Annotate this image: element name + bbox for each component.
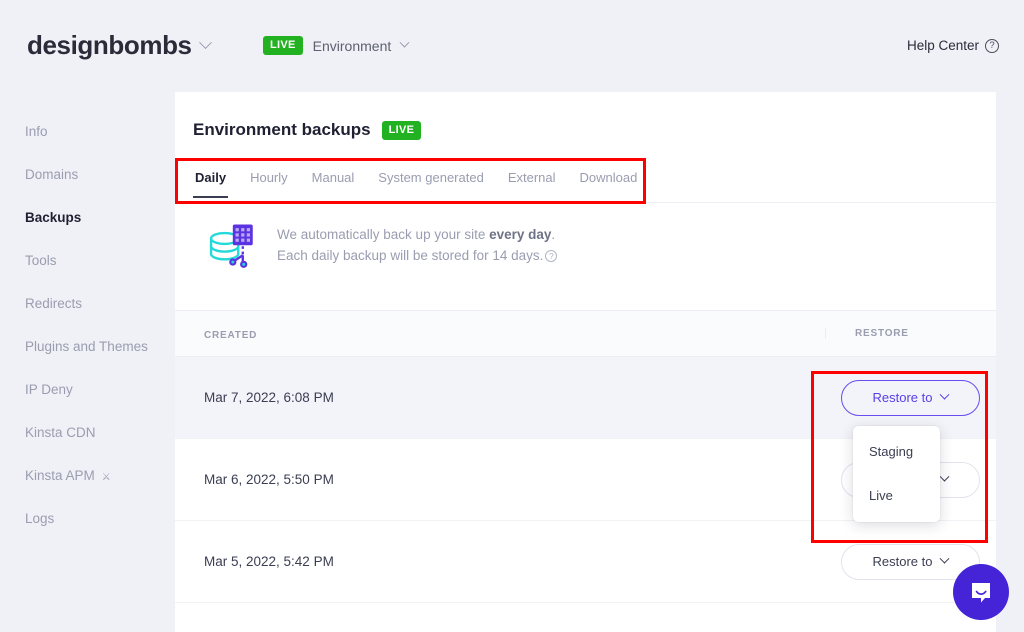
backup-info-line-1: We automatically back up your site every…	[277, 224, 557, 245]
chat-bubble-icon	[967, 578, 995, 606]
sidebar: Info Domains Backups Tools Redirects Plu…	[0, 110, 175, 540]
intercom-launcher-button[interactable]	[953, 564, 1009, 620]
tab-label: System generated	[378, 170, 484, 185]
restore-to-label: Restore to	[873, 390, 933, 405]
backups-card: Environment backups LIVE Daily Hourly Ma…	[175, 92, 996, 632]
tab-download[interactable]: Download	[568, 158, 650, 198]
top-bar: designbombs LIVE Environment Help Center…	[0, 0, 1024, 86]
table-header-created-cell: CREATED	[175, 325, 825, 343]
sidebar-item-plugins-and-themes[interactable]: Plugins and Themes	[0, 325, 175, 368]
column-header-created: CREATED	[175, 330, 257, 341]
sidebar-item-label: Plugins and Themes	[25, 339, 148, 354]
sidebar-item-label: Backups	[25, 210, 81, 225]
chevron-down-icon	[940, 554, 950, 564]
site-switcher[interactable]: designbombs	[27, 30, 210, 61]
page-title-text: Environment backups	[193, 120, 371, 140]
help-center-link[interactable]: Help Center ?	[907, 38, 999, 53]
backup-created-date: Mar 6, 2022, 5:50 PM	[175, 472, 825, 487]
page-title: Environment backups LIVE	[193, 120, 421, 140]
tab-external[interactable]: External	[496, 158, 568, 198]
chevron-down-icon	[199, 36, 212, 49]
restore-cell: Restore to	[825, 380, 996, 416]
restore-menu-item-staging[interactable]: Staging	[853, 430, 940, 474]
tab-hourly[interactable]: Hourly	[238, 158, 300, 198]
page-title-live-badge: LIVE	[382, 121, 422, 140]
sidebar-item-label: Redirects	[25, 296, 82, 311]
tab-label: Download	[580, 170, 638, 185]
database-backup-icon	[202, 219, 260, 277]
sidebar-item-label: IP Deny	[25, 382, 73, 397]
backup-info-banner: We automatically back up your site every…	[175, 203, 996, 308]
environment-label: Environment	[313, 38, 392, 54]
tab-system-generated[interactable]: System generated	[366, 158, 496, 198]
tab-label: Hourly	[250, 170, 288, 185]
column-header-restore: RESTORE	[825, 328, 909, 339]
page-root: designbombs LIVE Environment Help Center…	[0, 0, 1024, 632]
sidebar-item-logs[interactable]: Logs	[0, 497, 175, 540]
backup-created-date: Mar 5, 2022, 5:42 PM	[175, 554, 825, 569]
sidebar-item-kinsta-apm[interactable]: Kinsta APM ⚔	[0, 454, 175, 497]
sidebar-item-label: Info	[25, 124, 48, 139]
restore-menu-item-live[interactable]: Live	[853, 474, 940, 518]
table-row: Mar 5, 2022, 5:42 PM Restore to	[175, 521, 996, 603]
sidebar-item-backups[interactable]: Backups	[0, 196, 175, 239]
sidebar-item-label: Logs	[25, 511, 54, 526]
sidebar-item-label: Domains	[25, 167, 78, 182]
environment-live-badge: LIVE	[263, 36, 303, 55]
table-row	[175, 603, 996, 632]
tab-daily[interactable]: Daily	[183, 158, 238, 198]
restore-to-label: Restore to	[873, 554, 933, 569]
sidebar-item-label: Kinsta CDN	[25, 425, 96, 440]
tab-label: Manual	[312, 170, 355, 185]
question-circle-icon[interactable]: ?	[545, 250, 557, 262]
sidebar-item-ip-deny[interactable]: IP Deny	[0, 368, 175, 411]
backups-table-header: CREATED RESTORE	[175, 310, 996, 357]
sidebar-item-info[interactable]: Info	[0, 110, 175, 153]
sidebar-item-domains[interactable]: Domains	[0, 153, 175, 196]
environment-switcher[interactable]: LIVE Environment	[263, 36, 408, 55]
table-header-restore-cell: RESTORE	[825, 323, 996, 345]
backup-info-line1-bold: every day	[489, 227, 551, 242]
sidebar-item-label: Kinsta APM	[25, 468, 95, 483]
question-circle-icon: ?	[985, 39, 999, 53]
backup-info-text: We automatically back up your site every…	[277, 219, 557, 266]
chevron-down-icon	[400, 38, 410, 48]
restore-to-menu: Staging Live	[853, 426, 940, 522]
backup-info-line1-prefix: We automatically back up your site	[277, 227, 489, 242]
help-center-label: Help Center	[907, 38, 979, 53]
tab-manual[interactable]: Manual	[300, 158, 367, 198]
brand-name: designbombs	[27, 30, 192, 61]
chevron-down-icon	[940, 390, 950, 400]
backup-info-line-2: Each daily backup will be stored for 14 …	[277, 245, 557, 266]
restore-to-button[interactable]: Restore to	[841, 380, 980, 416]
sidebar-item-kinsta-cdn[interactable]: Kinsta CDN	[0, 411, 175, 454]
backup-info-line1-suffix: .	[551, 227, 555, 242]
sidebar-item-redirects[interactable]: Redirects	[0, 282, 175, 325]
backup-created-date: Mar 7, 2022, 6:08 PM	[175, 390, 825, 405]
sidebar-item-tools[interactable]: Tools	[0, 239, 175, 282]
backup-info-line2-text: Each daily backup will be stored for 14 …	[277, 248, 543, 263]
chevron-down-icon	[940, 472, 950, 482]
tab-label: Daily	[195, 170, 226, 185]
tab-label: External	[508, 170, 556, 185]
backup-type-tabs: Daily Hourly Manual System generated Ext…	[175, 158, 996, 203]
beaker-icon: ⚔	[102, 456, 111, 499]
sidebar-item-label: Tools	[25, 253, 57, 268]
